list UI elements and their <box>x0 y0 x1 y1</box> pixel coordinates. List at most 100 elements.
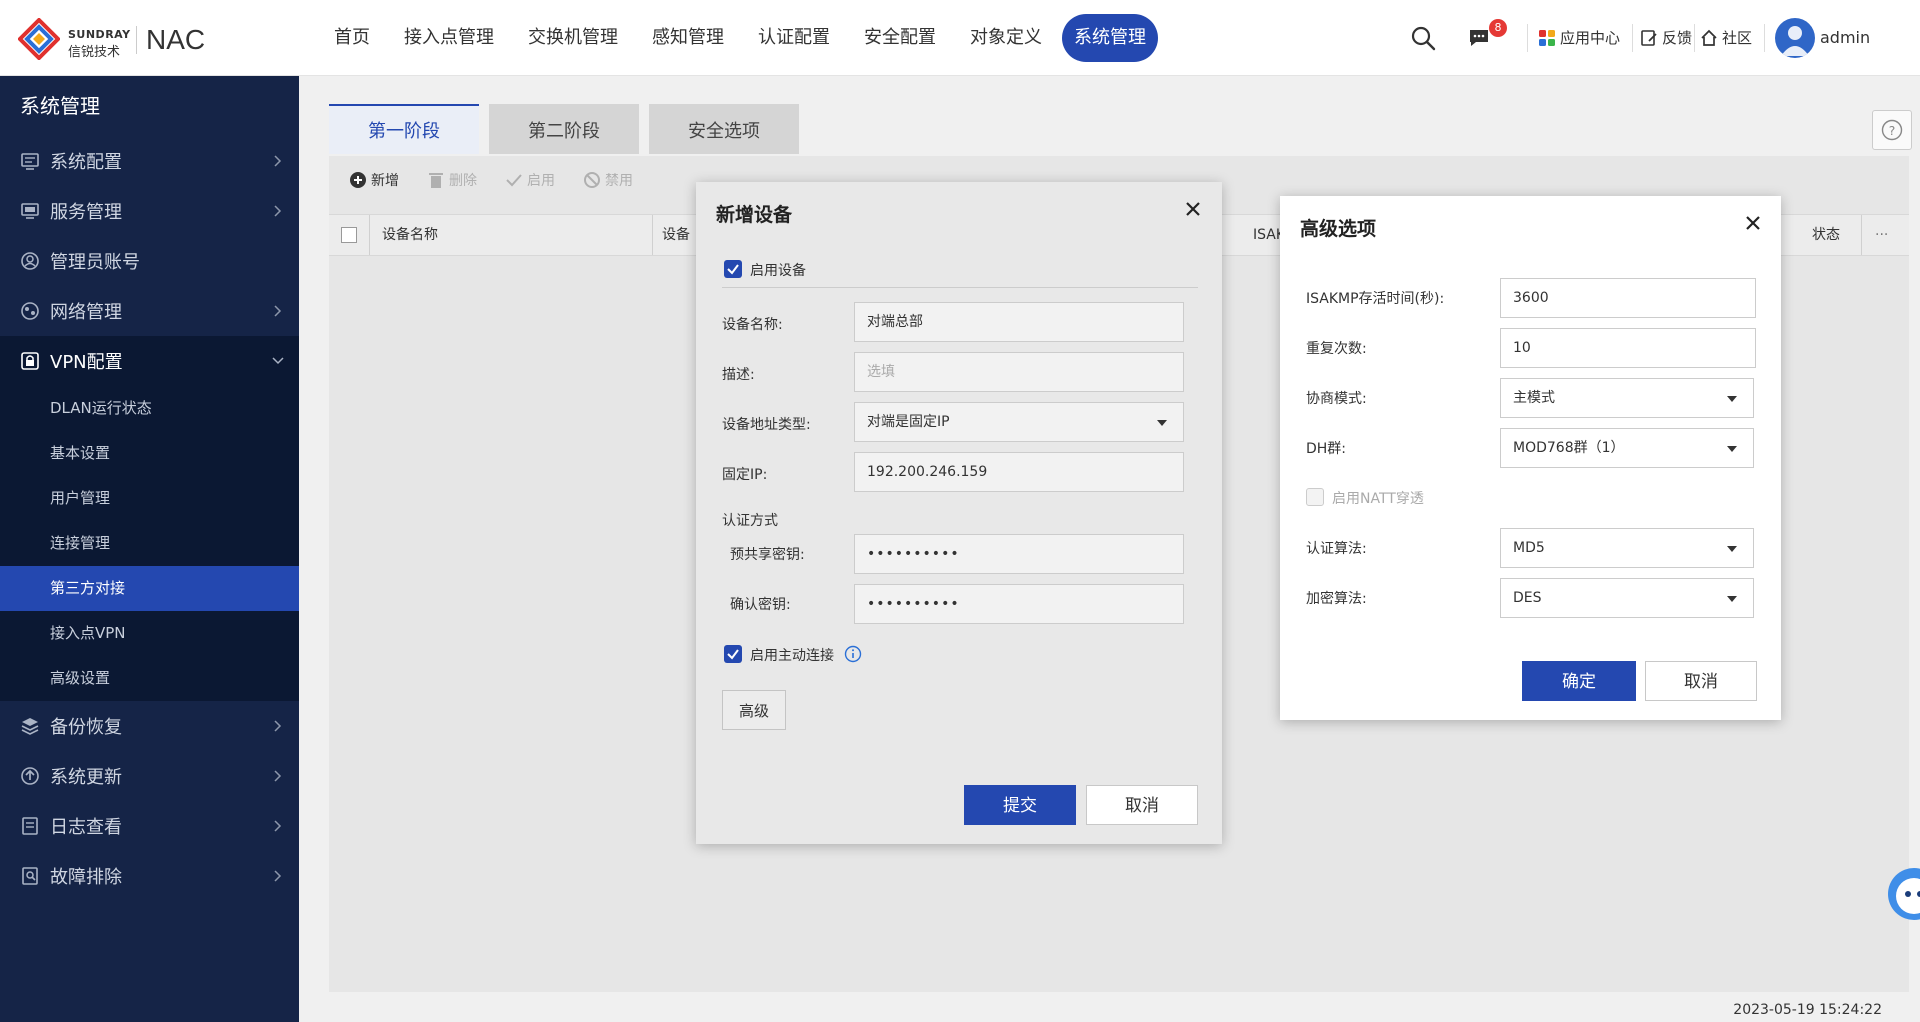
dropdown-caret-icon <box>1727 596 1737 602</box>
fixed-ip-label: 固定IP: <box>722 467 768 483</box>
dropdown-caret-icon <box>1727 546 1737 552</box>
sidebar-item-label: 网络管理 <box>50 302 122 323</box>
close-icon[interactable] <box>1742 212 1764 234</box>
app-center-link[interactable]: 应用中心 <box>1538 27 1620 48</box>
select-all-checkbox[interactable] <box>341 227 357 243</box>
sidebar-item-system-update[interactable]: 系统更新 <box>0 751 299 801</box>
confirm-button[interactable]: 确定 <box>1522 661 1636 701</box>
sidebar-item-label: 系统配置 <box>50 152 122 173</box>
enable-device-label: 启用设备 <box>750 263 806 279</box>
enable-active-connect-label: 启用主动连接 <box>750 648 834 664</box>
sidebar-subitem-ap-vpn[interactable]: 接入点VPN <box>0 611 299 656</box>
dialog-title: 高级选项 <box>1300 218 1377 240</box>
nav-system-management[interactable]: 系统管理 <box>1062 14 1158 62</box>
wrench-icon <box>22 867 38 885</box>
nav-ap-management[interactable]: 接入点管理 <box>390 14 508 62</box>
chevron-right-icon <box>274 870 282 882</box>
feedback-link[interactable]: 反馈 <box>1640 27 1692 48</box>
advanced-button[interactable]: 高级 <box>722 690 786 730</box>
nav-perception-management[interactable]: 感知管理 <box>638 14 738 62</box>
retry-count-input[interactable]: 10 <box>1500 328 1756 368</box>
checkmark-icon <box>727 649 739 660</box>
tab-phase-one[interactable]: 第一阶段 <box>329 104 479 154</box>
fixed-ip-input[interactable]: 192.200.246.159 <box>854 452 1184 492</box>
sidebar-subitem-third-party[interactable]: 第三方对接 <box>0 566 299 611</box>
sidebar-subitem-advanced-settings[interactable]: 高级设置 <box>0 656 299 701</box>
column-divider <box>1861 215 1862 255</box>
cancel-button[interactable]: 取消 <box>1645 661 1757 701</box>
sidebar-item-vpn-config[interactable]: VPN配置 <box>0 336 299 386</box>
enable-active-connect-checkbox[interactable] <box>724 645 742 663</box>
psk-input[interactable]: •••••••••• <box>854 534 1184 574</box>
sidebar-item-backup-restore[interactable]: 备份恢复 <box>0 701 299 751</box>
sidebar-subitem-user-management[interactable]: 用户管理 <box>0 476 299 521</box>
user-avatar-icon <box>1781 26 1809 56</box>
sidebar-item-label: VPN配置 <box>50 352 123 373</box>
description-input[interactable]: 选填 <box>854 352 1184 392</box>
nav-auth-config[interactable]: 认证配置 <box>744 14 844 62</box>
enc-algo-select[interactable]: DES <box>1500 578 1754 618</box>
sidebar-subitem-basic-settings[interactable]: 基本设置 <box>0 431 299 476</box>
add-button[interactable]: 新增 <box>349 170 399 190</box>
negotiation-mode-label: 协商模式: <box>1306 391 1367 407</box>
home-icon <box>1701 29 1717 46</box>
community-label: 社区 <box>1722 29 1753 47</box>
chevron-right-icon <box>274 205 282 217</box>
search-icon[interactable] <box>1410 25 1436 51</box>
sidebar-item-system-config[interactable]: 系统配置 <box>0 136 299 186</box>
avatar[interactable] <box>1775 18 1815 58</box>
tab-phase-two[interactable]: 第二阶段 <box>489 104 639 154</box>
dropdown-caret-icon <box>1727 446 1737 452</box>
tab-security-options[interactable]: 安全选项 <box>649 104 799 154</box>
username[interactable]: admin <box>1820 28 1870 47</box>
column-device-2[interactable]: 设备 <box>662 215 690 255</box>
confirm-key-label: 确认密钥: <box>730 597 791 613</box>
sidebar-subitem-connection-management[interactable]: 连接管理 <box>0 521 299 566</box>
negotiation-mode-select[interactable]: 主模式 <box>1500 378 1754 418</box>
column-divider <box>652 215 653 255</box>
sidebar-item-troubleshooting[interactable]: 故障排除 <box>0 851 299 901</box>
enc-algo-value: DES <box>1513 590 1542 606</box>
enable-button[interactable]: 启用 <box>505 170 555 190</box>
help-icon[interactable]: ? <box>1872 110 1912 150</box>
brand-divider <box>136 26 137 54</box>
submit-button[interactable]: 提交 <box>964 785 1076 825</box>
enable-device-checkbox[interactable] <box>724 260 742 278</box>
delete-button[interactable]: 删除 <box>427 170 477 190</box>
nav-home[interactable]: 首页 <box>320 14 384 62</box>
confirm-key-input[interactable]: •••••••••• <box>854 584 1184 624</box>
sidebar-subitem-dlan-status[interactable]: DLAN运行状态 <box>0 386 299 431</box>
nav-switch-management[interactable]: 交换机管理 <box>514 14 632 62</box>
info-icon[interactable] <box>844 645 862 663</box>
assistant-mascot-icon[interactable] <box>1884 862 1920 926</box>
community-link[interactable]: 社区 <box>1700 27 1752 48</box>
sidebar-item-admin-account[interactable]: 管理员账号 <box>0 236 299 286</box>
sidebar-item-log-view[interactable]: 日志查看 <box>0 801 299 851</box>
app-grid-icon <box>1539 29 1555 46</box>
chevron-down-icon <box>272 357 284 365</box>
checkmark-icon <box>727 264 739 275</box>
isakmp-keepalive-input[interactable]: 3600 <box>1500 278 1756 318</box>
check-icon <box>506 174 522 187</box>
cancel-button[interactable]: 取消 <box>1086 785 1198 825</box>
auth-method-label: 认证方式 <box>722 513 778 529</box>
nav-security-config[interactable]: 安全配置 <box>850 14 950 62</box>
nav-object-definition[interactable]: 对象定义 <box>956 14 1056 62</box>
device-name-input[interactable]: 对端总部 <box>854 302 1184 342</box>
close-icon[interactable] <box>1182 198 1204 220</box>
sidebar-item-service-management[interactable]: 服务管理 <box>0 186 299 236</box>
column-more-icon[interactable]: ··· <box>1875 215 1888 255</box>
address-type-select[interactable]: 对端是固定IP <box>854 402 1184 442</box>
sidebar-item-network-management[interactable]: 网络管理 <box>0 286 299 336</box>
feedback-label: 反馈 <box>1662 29 1693 47</box>
column-device-name[interactable]: 设备名称 <box>382 215 438 255</box>
column-status[interactable]: 状态 <box>1812 215 1840 255</box>
auth-algo-label: 认证算法: <box>1306 541 1367 557</box>
auth-algo-select[interactable]: MD5 <box>1500 528 1754 568</box>
nat-traversal-checkbox[interactable] <box>1306 488 1324 506</box>
dh-group-select[interactable]: MOD768群（1） <box>1500 428 1754 468</box>
disable-button[interactable]: 禁用 <box>583 170 633 190</box>
message-icon[interactable] <box>1468 28 1490 48</box>
dropdown-caret-icon <box>1727 396 1737 402</box>
sidebar-item-label: 备份恢复 <box>50 717 122 738</box>
